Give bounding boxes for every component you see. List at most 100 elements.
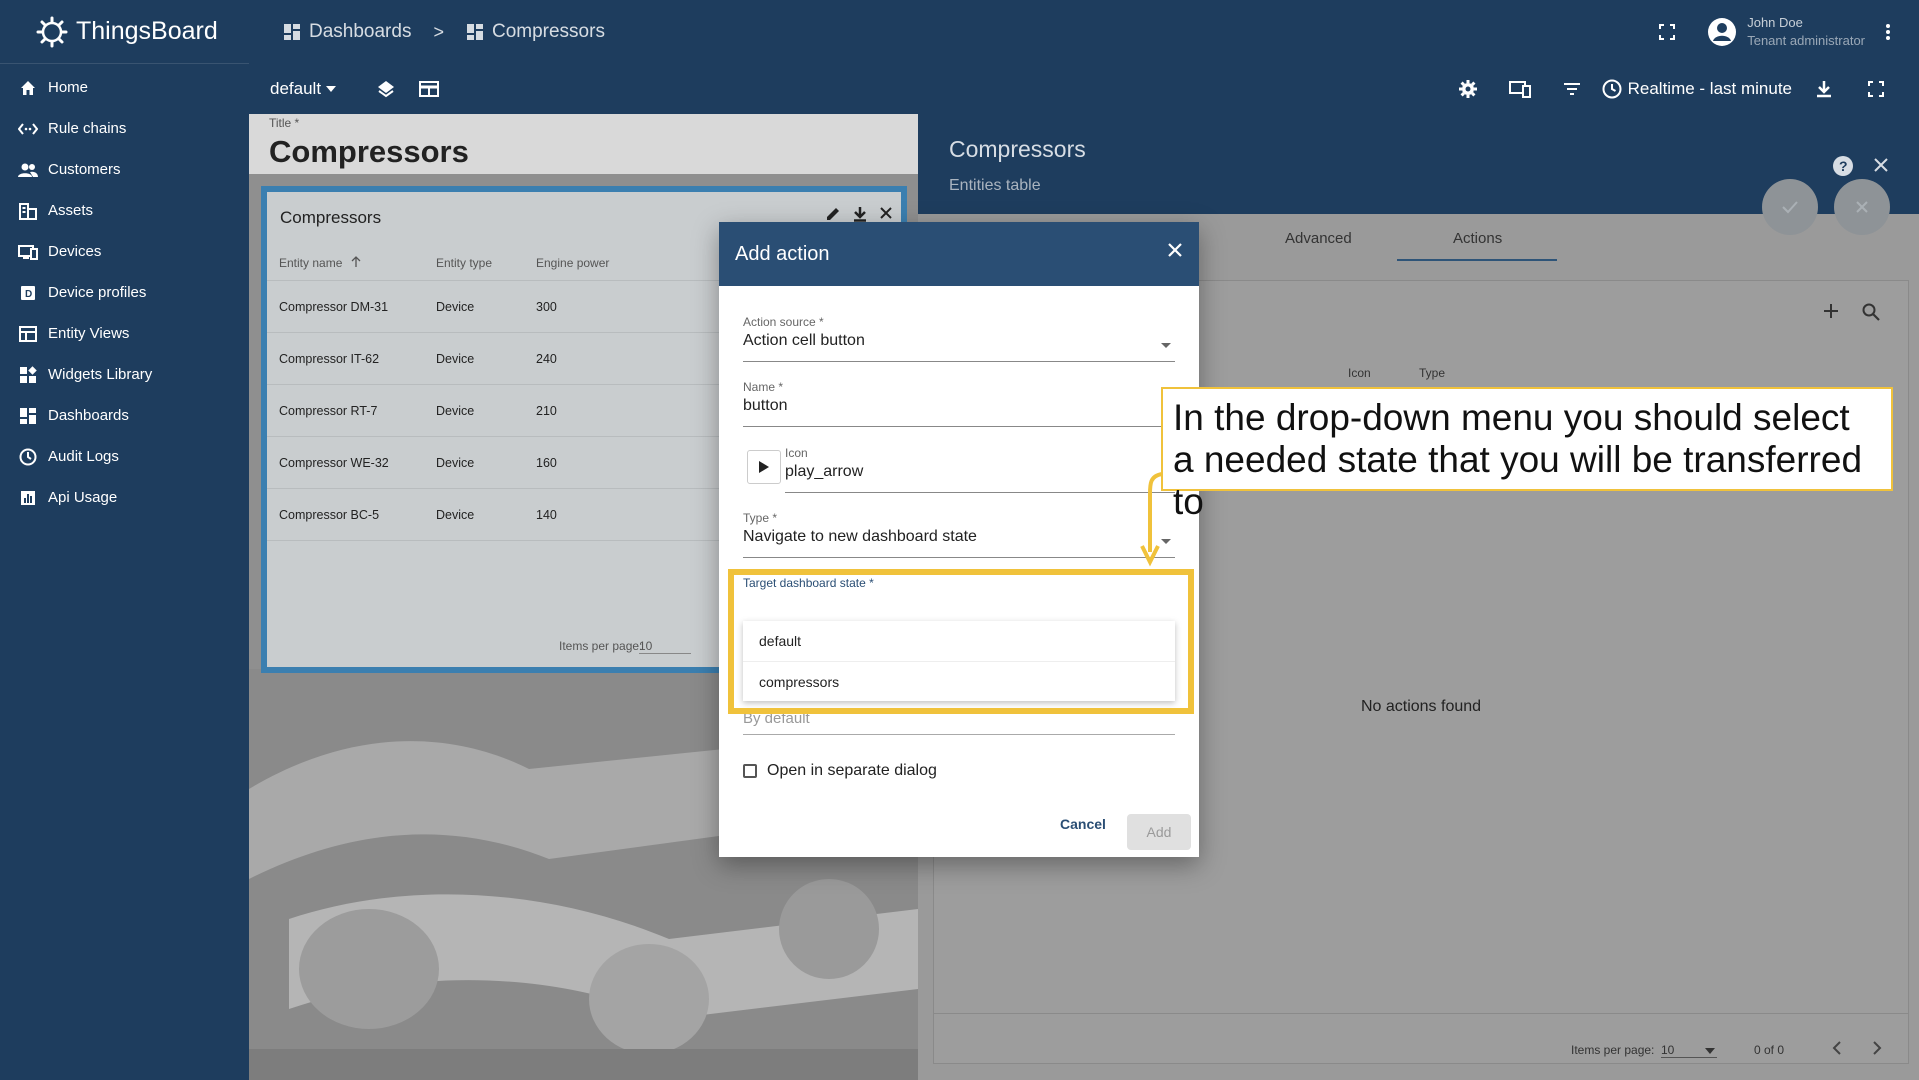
- more-vert-icon[interactable]: [1885, 23, 1891, 41]
- dialog-header: Add action: [719, 222, 1199, 286]
- sidebar-item-devices[interactable]: Devices: [0, 231, 249, 272]
- download-icon[interactable]: [1812, 77, 1836, 101]
- cell-entity-type: Device: [436, 404, 475, 418]
- account-icon[interactable]: [1707, 17, 1737, 47]
- cell-entity-name: Compressor DM-31: [279, 300, 389, 314]
- logo[interactable]: ThingsBoard: [0, 0, 249, 64]
- add-button[interactable]: Add: [1127, 814, 1191, 850]
- tab-advanced[interactable]: Advanced: [1285, 230, 1352, 247]
- dashboards-icon: [466, 23, 484, 41]
- action-source-select[interactable]: Action source * Action cell button: [743, 315, 1175, 362]
- state-select-value: default: [270, 79, 322, 98]
- name-field[interactable]: Name * button: [743, 380, 1175, 427]
- cell-entity-type: Device: [436, 508, 475, 522]
- open-separate-dialog-checkbox[interactable]: Open in separate dialog: [743, 762, 937, 780]
- table-footer: Items per page: 10 0 of 0: [934, 1013, 1908, 1063]
- svg-text:D: D: [25, 289, 32, 300]
- close-icon[interactable]: [1167, 242, 1183, 258]
- column-header-engine-power[interactable]: Engine power: [536, 256, 609, 270]
- home-icon: [17, 77, 39, 99]
- title-label: Title *: [269, 116, 300, 130]
- download-icon[interactable]: [853, 206, 867, 222]
- chevron-right-icon[interactable]: [1872, 1041, 1882, 1055]
- assets-icon: [17, 200, 39, 222]
- cell-engine-power: 210: [536, 404, 557, 418]
- items-per-page-select[interactable]: 10: [639, 639, 691, 654]
- column-header-entity-name[interactable]: Entity name: [279, 256, 342, 270]
- widget-title: Compressors: [280, 208, 382, 227]
- type-select[interactable]: Type * Navigate to new dashboard state: [743, 511, 1175, 558]
- sidebar-item-entity-views[interactable]: Entity Views: [0, 313, 249, 354]
- field-underline: [785, 492, 1175, 493]
- sidebar-item-home[interactable]: Home: [0, 67, 249, 108]
- sidebar-item-label: Home: [48, 79, 89, 96]
- search-icon[interactable]: [1862, 303, 1880, 321]
- column-header-type: Type: [1419, 366, 1446, 380]
- cell-engine-power: 300: [536, 300, 557, 314]
- timewindow-button[interactable]: Realtime - last minute: [1602, 79, 1792, 99]
- field-underline: [743, 557, 1175, 558]
- items-per-page-label: Items per page:: [1571, 1043, 1655, 1057]
- devices-layout-icon[interactable]: [1508, 77, 1532, 101]
- field-underline: [743, 734, 1175, 735]
- sidebar-item-customers[interactable]: Customers: [0, 149, 249, 190]
- state-select[interactable]: default: [270, 79, 337, 99]
- dashboard-title: Compressors: [269, 134, 469, 169]
- close-icon[interactable]: [879, 206, 893, 222]
- items-per-page-label: Items per page:: [559, 639, 643, 653]
- user-role: Tenant administrator: [1747, 33, 1865, 48]
- edit-icon[interactable]: [825, 206, 841, 222]
- add-icon[interactable]: [1823, 303, 1839, 319]
- cell-entity-name: Compressor WE-32: [279, 456, 389, 470]
- entity-views-icon: [17, 323, 39, 345]
- sidebar-item-label: Device profiles: [48, 284, 147, 301]
- action-source-label: Action source *: [743, 315, 824, 329]
- svg-text:?: ?: [1839, 158, 1848, 174]
- audit-logs-icon: [17, 446, 39, 468]
- tab-actions[interactable]: Actions: [1453, 230, 1502, 247]
- title-panel: Title * Compressors: [249, 114, 918, 174]
- sidebar-item-label: Widgets Library: [48, 366, 153, 383]
- sidebar-item-audit-logs[interactable]: Audit Logs: [0, 436, 249, 477]
- sidebar-item-api-usage[interactable]: Api Usage: [0, 477, 249, 518]
- icon-field[interactable]: Icon play_arrow: [785, 446, 1175, 493]
- sidebar-item-device-profiles[interactable]: D Device profiles: [0, 272, 249, 313]
- tutorial-callout: In the drop-down menu you should select …: [1161, 387, 1893, 522]
- breadcrumb-dashboards[interactable]: Dashboards: [283, 21, 411, 43]
- sidebar-item-assets[interactable]: Assets: [0, 190, 249, 231]
- sidebar-item-label: Assets: [48, 202, 94, 219]
- breadcrumb-compressors: Compressors: [466, 21, 605, 43]
- settings-icon[interactable]: [1456, 77, 1480, 101]
- fullscreen-icon[interactable]: [1655, 20, 1679, 44]
- column-header-entity-type[interactable]: Entity type: [436, 256, 492, 270]
- clock-icon: [1602, 79, 1622, 99]
- sidebar-item-dashboards[interactable]: Dashboards: [0, 395, 249, 436]
- fullscreen-icon[interactable]: [1864, 77, 1888, 101]
- icon-picker-button[interactable]: [747, 450, 781, 484]
- type-value: Navigate to new dashboard state: [743, 528, 977, 545]
- filter-icon[interactable]: [1560, 77, 1584, 101]
- breadcrumb-label: Compressors: [491, 21, 605, 42]
- chevron-left-icon[interactable]: [1832, 1041, 1842, 1055]
- user-info[interactable]: John Doe Tenant administrator: [1747, 14, 1865, 50]
- dashboards-icon: [283, 23, 301, 41]
- rule-chains-icon: [17, 118, 39, 140]
- layout-icon[interactable]: [417, 77, 441, 101]
- timewindow-label: Realtime - last minute: [1627, 79, 1792, 98]
- cancel-button[interactable]: Cancel: [1060, 816, 1106, 832]
- editor-subtitle: Entities table: [949, 177, 1041, 194]
- close-icon[interactable]: [1873, 157, 1889, 173]
- field-underline: [743, 426, 1175, 427]
- sidebar-item-widgets-library[interactable]: Widgets Library: [0, 354, 249, 395]
- sidebar-item-label: Entity Views: [48, 325, 130, 342]
- sidebar-item-label: Rule chains: [48, 120, 127, 137]
- widget-tools: [825, 206, 893, 222]
- sidebar-item-rule-chains[interactable]: Rule chains: [0, 108, 249, 149]
- cell-entity-type: Device: [436, 352, 475, 366]
- thingsboard-logo-icon: [36, 16, 68, 47]
- layers-icon[interactable]: [374, 77, 398, 101]
- cell-entity-name: Compressor BC-5: [279, 508, 380, 522]
- help-icon[interactable]: ?: [1832, 155, 1854, 177]
- action-source-value: Action cell button: [743, 332, 865, 349]
- breadcrumb-label: Dashboards: [309, 21, 412, 42]
